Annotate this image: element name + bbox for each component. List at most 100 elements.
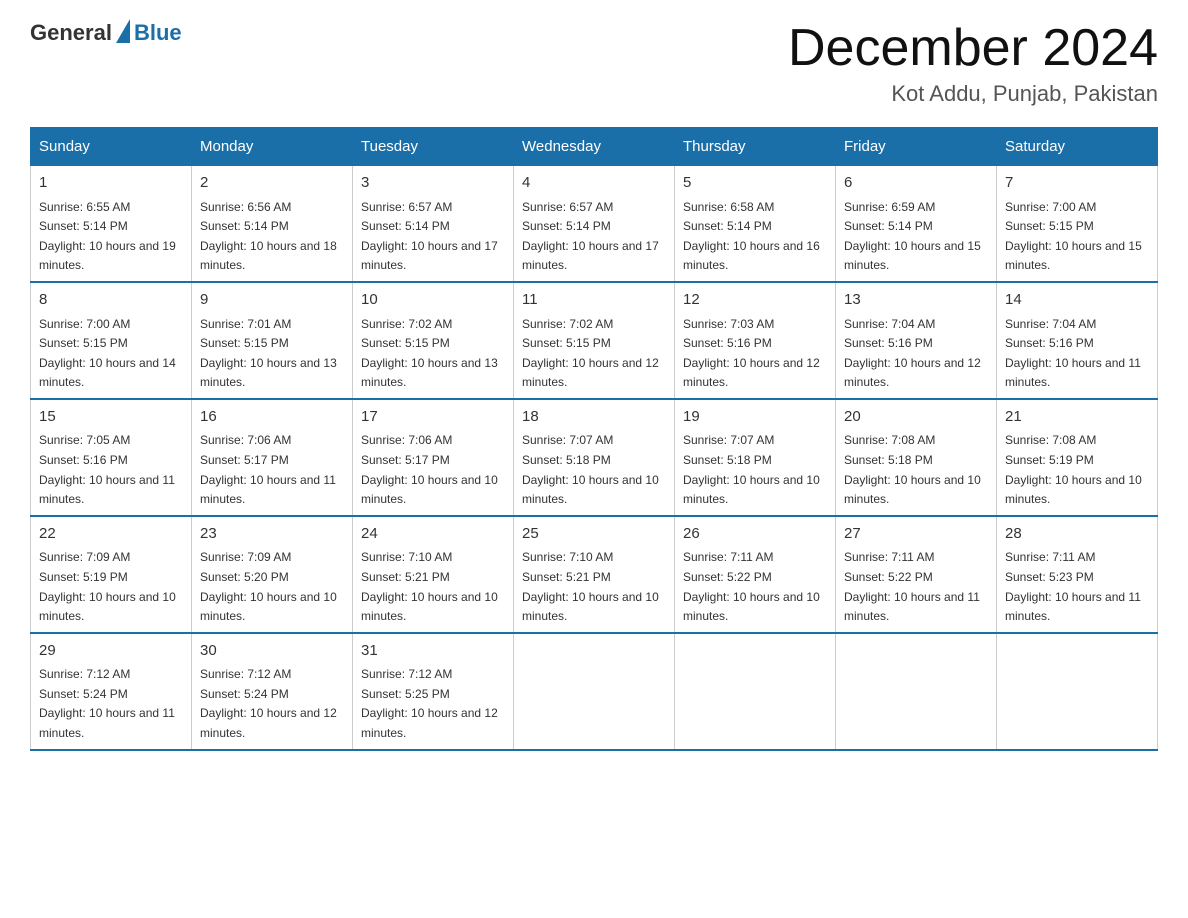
day-info: Sunrise: 6:55 AMSunset: 5:14 PMDaylight:… [39, 200, 176, 273]
calendar-cell: 23 Sunrise: 7:09 AMSunset: 5:20 PMDaylig… [192, 516, 353, 633]
calendar-week-row: 22 Sunrise: 7:09 AMSunset: 5:19 PMDaylig… [31, 516, 1158, 633]
day-info: Sunrise: 7:08 AMSunset: 5:18 PMDaylight:… [844, 433, 981, 506]
calendar-cell [836, 633, 997, 750]
day-info: Sunrise: 7:09 AMSunset: 5:20 PMDaylight:… [200, 550, 337, 623]
weekday-header-tuesday: Tuesday [353, 128, 514, 166]
weekday-header-friday: Friday [836, 128, 997, 166]
calendar-cell: 30 Sunrise: 7:12 AMSunset: 5:24 PMDaylig… [192, 633, 353, 750]
day-info: Sunrise: 7:07 AMSunset: 5:18 PMDaylight:… [522, 433, 659, 506]
day-number: 23 [200, 523, 344, 546]
day-number: 13 [844, 289, 988, 312]
calendar-table: SundayMondayTuesdayWednesdayThursdayFrid… [30, 127, 1158, 750]
day-info: Sunrise: 7:04 AMSunset: 5:16 PMDaylight:… [1005, 317, 1141, 390]
calendar-cell [675, 633, 836, 750]
calendar-cell: 28 Sunrise: 7:11 AMSunset: 5:23 PMDaylig… [997, 516, 1158, 633]
day-info: Sunrise: 6:57 AMSunset: 5:14 PMDaylight:… [361, 200, 498, 273]
calendar-cell: 19 Sunrise: 7:07 AMSunset: 5:18 PMDaylig… [675, 399, 836, 516]
weekday-header-row: SundayMondayTuesdayWednesdayThursdayFrid… [31, 128, 1158, 166]
weekday-header-wednesday: Wednesday [514, 128, 675, 166]
day-info: Sunrise: 7:02 AMSunset: 5:15 PMDaylight:… [522, 317, 659, 390]
day-info: Sunrise: 7:03 AMSunset: 5:16 PMDaylight:… [683, 317, 820, 390]
calendar-cell: 8 Sunrise: 7:00 AMSunset: 5:15 PMDayligh… [31, 282, 192, 399]
day-number: 19 [683, 406, 827, 429]
day-number: 7 [1005, 172, 1149, 195]
day-info: Sunrise: 7:10 AMSunset: 5:21 PMDaylight:… [522, 550, 659, 623]
day-info: Sunrise: 6:56 AMSunset: 5:14 PMDaylight:… [200, 200, 337, 273]
calendar-cell: 2 Sunrise: 6:56 AMSunset: 5:14 PMDayligh… [192, 166, 353, 282]
calendar-cell: 15 Sunrise: 7:05 AMSunset: 5:16 PMDaylig… [31, 399, 192, 516]
day-number: 21 [1005, 406, 1149, 429]
day-number: 15 [39, 406, 183, 429]
calendar-cell: 14 Sunrise: 7:04 AMSunset: 5:16 PMDaylig… [997, 282, 1158, 399]
calendar-cell: 24 Sunrise: 7:10 AMSunset: 5:21 PMDaylig… [353, 516, 514, 633]
day-number: 25 [522, 523, 666, 546]
day-number: 5 [683, 172, 827, 195]
calendar-cell: 17 Sunrise: 7:06 AMSunset: 5:17 PMDaylig… [353, 399, 514, 516]
calendar-week-row: 8 Sunrise: 7:00 AMSunset: 5:15 PMDayligh… [31, 282, 1158, 399]
day-number: 26 [683, 523, 827, 546]
weekday-header-thursday: Thursday [675, 128, 836, 166]
day-number: 28 [1005, 523, 1149, 546]
day-info: Sunrise: 7:05 AMSunset: 5:16 PMDaylight:… [39, 433, 175, 506]
day-info: Sunrise: 7:06 AMSunset: 5:17 PMDaylight:… [361, 433, 498, 506]
day-number: 29 [39, 640, 183, 663]
title-block: December 2024 Kot Addu, Punjab, Pakistan [788, 20, 1158, 107]
logo-blue-text: Blue [134, 20, 182, 46]
day-number: 22 [39, 523, 183, 546]
calendar-cell: 13 Sunrise: 7:04 AMSunset: 5:16 PMDaylig… [836, 282, 997, 399]
calendar-cell: 4 Sunrise: 6:57 AMSunset: 5:14 PMDayligh… [514, 166, 675, 282]
day-number: 3 [361, 172, 505, 195]
calendar-cell: 9 Sunrise: 7:01 AMSunset: 5:15 PMDayligh… [192, 282, 353, 399]
day-info: Sunrise: 6:59 AMSunset: 5:14 PMDaylight:… [844, 200, 981, 273]
calendar-cell: 6 Sunrise: 6:59 AMSunset: 5:14 PMDayligh… [836, 166, 997, 282]
calendar-cell: 3 Sunrise: 6:57 AMSunset: 5:14 PMDayligh… [353, 166, 514, 282]
day-info: Sunrise: 7:11 AMSunset: 5:22 PMDaylight:… [844, 550, 980, 623]
calendar-cell: 22 Sunrise: 7:09 AMSunset: 5:19 PMDaylig… [31, 516, 192, 633]
day-number: 18 [522, 406, 666, 429]
day-info: Sunrise: 6:57 AMSunset: 5:14 PMDaylight:… [522, 200, 659, 273]
day-number: 6 [844, 172, 988, 195]
calendar-cell: 25 Sunrise: 7:10 AMSunset: 5:21 PMDaylig… [514, 516, 675, 633]
day-info: Sunrise: 6:58 AMSunset: 5:14 PMDaylight:… [683, 200, 820, 273]
calendar-cell: 20 Sunrise: 7:08 AMSunset: 5:18 PMDaylig… [836, 399, 997, 516]
day-info: Sunrise: 7:06 AMSunset: 5:17 PMDaylight:… [200, 433, 336, 506]
day-number: 8 [39, 289, 183, 312]
day-number: 16 [200, 406, 344, 429]
calendar-cell: 29 Sunrise: 7:12 AMSunset: 5:24 PMDaylig… [31, 633, 192, 750]
calendar-cell: 7 Sunrise: 7:00 AMSunset: 5:15 PMDayligh… [997, 166, 1158, 282]
calendar-cell: 12 Sunrise: 7:03 AMSunset: 5:16 PMDaylig… [675, 282, 836, 399]
day-number: 24 [361, 523, 505, 546]
day-info: Sunrise: 7:12 AMSunset: 5:25 PMDaylight:… [361, 667, 498, 740]
day-number: 11 [522, 289, 666, 312]
calendar-cell: 10 Sunrise: 7:02 AMSunset: 5:15 PMDaylig… [353, 282, 514, 399]
calendar-week-row: 1 Sunrise: 6:55 AMSunset: 5:14 PMDayligh… [31, 166, 1158, 282]
calendar-cell: 5 Sunrise: 6:58 AMSunset: 5:14 PMDayligh… [675, 166, 836, 282]
calendar-cell: 11 Sunrise: 7:02 AMSunset: 5:15 PMDaylig… [514, 282, 675, 399]
day-info: Sunrise: 7:12 AMSunset: 5:24 PMDaylight:… [200, 667, 337, 740]
day-number: 14 [1005, 289, 1149, 312]
calendar-week-row: 15 Sunrise: 7:05 AMSunset: 5:16 PMDaylig… [31, 399, 1158, 516]
calendar-title: December 2024 [788, 20, 1158, 77]
day-number: 1 [39, 172, 183, 195]
day-number: 4 [522, 172, 666, 195]
weekday-header-saturday: Saturday [997, 128, 1158, 166]
logo-general-text: General [30, 20, 112, 46]
day-info: Sunrise: 7:08 AMSunset: 5:19 PMDaylight:… [1005, 433, 1142, 506]
calendar-cell [514, 633, 675, 750]
weekday-header-monday: Monday [192, 128, 353, 166]
day-number: 9 [200, 289, 344, 312]
day-info: Sunrise: 7:07 AMSunset: 5:18 PMDaylight:… [683, 433, 820, 506]
day-info: Sunrise: 7:12 AMSunset: 5:24 PMDaylight:… [39, 667, 175, 740]
calendar-week-row: 29 Sunrise: 7:12 AMSunset: 5:24 PMDaylig… [31, 633, 1158, 750]
day-number: 10 [361, 289, 505, 312]
calendar-cell: 26 Sunrise: 7:11 AMSunset: 5:22 PMDaylig… [675, 516, 836, 633]
day-info: Sunrise: 7:09 AMSunset: 5:19 PMDaylight:… [39, 550, 176, 623]
calendar-cell: 18 Sunrise: 7:07 AMSunset: 5:18 PMDaylig… [514, 399, 675, 516]
day-number: 20 [844, 406, 988, 429]
calendar-cell: 1 Sunrise: 6:55 AMSunset: 5:14 PMDayligh… [31, 166, 192, 282]
day-number: 12 [683, 289, 827, 312]
day-number: 30 [200, 640, 344, 663]
logo: General Blue [30, 20, 182, 46]
calendar-cell: 27 Sunrise: 7:11 AMSunset: 5:22 PMDaylig… [836, 516, 997, 633]
day-info: Sunrise: 7:11 AMSunset: 5:22 PMDaylight:… [683, 550, 820, 623]
